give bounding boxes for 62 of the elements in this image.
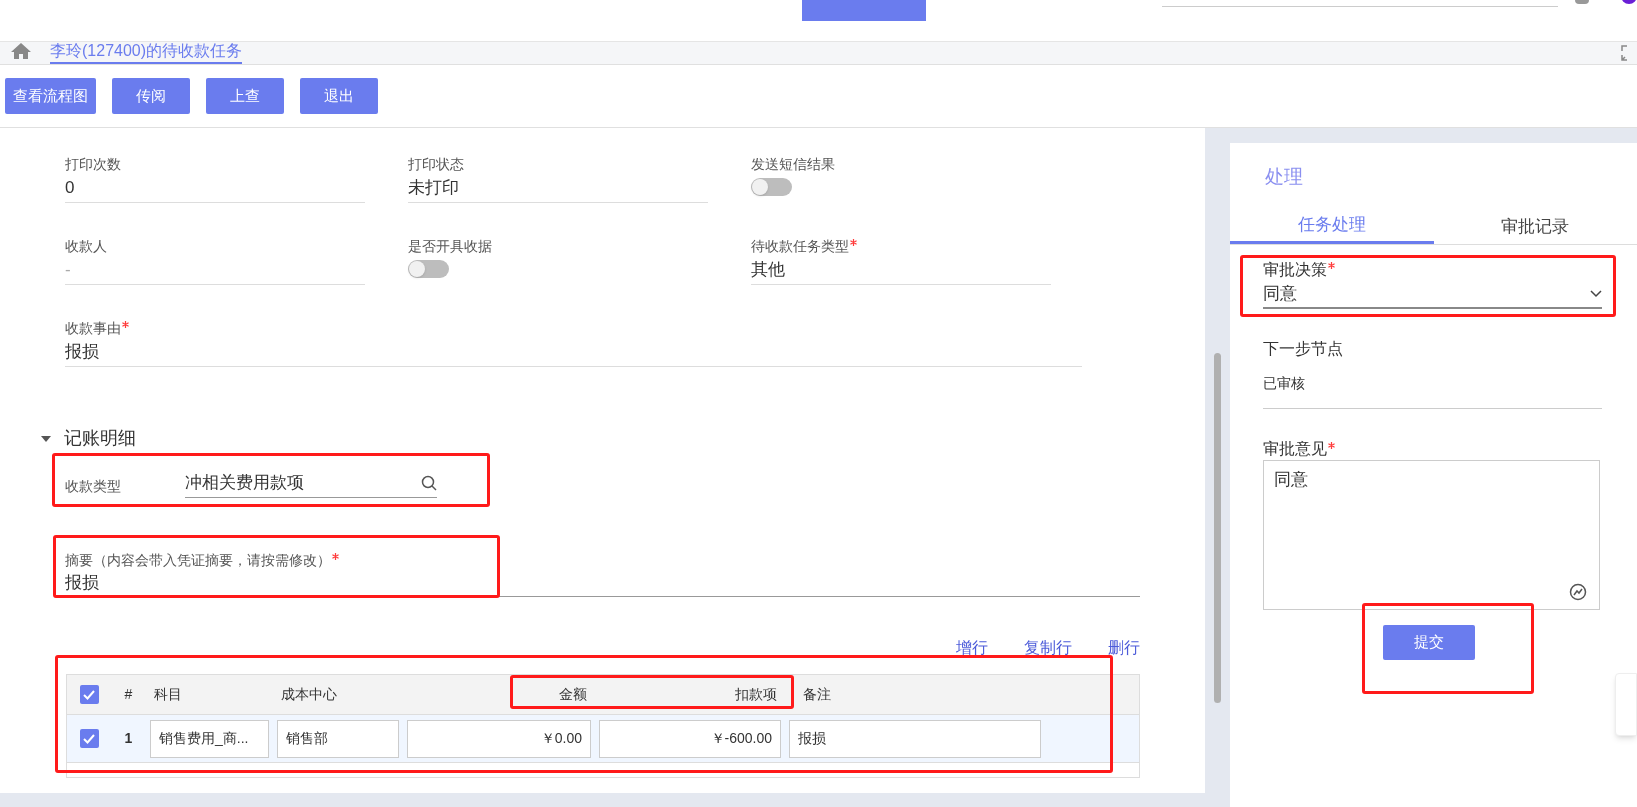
table-cell-input[interactable]: 报损: [789, 719, 1041, 758]
required-asterisk-icon: [850, 239, 857, 246]
scrollbar-thumb[interactable]: [1214, 353, 1221, 703]
opinion-textarea[interactable]: 同意: [1263, 459, 1600, 610]
field-value: 其他: [751, 256, 1051, 285]
field-label: 发送短信结果: [751, 155, 836, 174]
table-cell-input[interactable]: 销售费用_商...: [150, 719, 269, 758]
panel-title: 处理: [1264, 165, 1304, 189]
search-icon[interactable]: [421, 474, 437, 491]
column-header: 备注: [803, 685, 831, 704]
submit-button[interactable]: 提交: [1382, 624, 1475, 660]
column-header: 扣款项: [735, 685, 777, 704]
field-label: 收款事由: [65, 318, 1082, 338]
toolbar-button[interactable]: 退出: [300, 78, 378, 114]
checkbox[interactable]: [79, 729, 99, 748]
field-label: 审批决策: [1263, 258, 1602, 281]
row-number: 1: [124, 729, 133, 748]
field-label: 待收款任务类型: [751, 236, 1051, 256]
field-value: 报损: [65, 338, 1082, 367]
table-cell-input[interactable]: 销售部: [277, 719, 399, 758]
section-title: 记账明细: [64, 427, 136, 450]
field-value: 已审核: [1263, 372, 1602, 409]
panel-tab[interactable]: 审批记录: [1433, 209, 1637, 244]
decision-select[interactable]: 同意: [1263, 280, 1602, 309]
field-label: 收款类型: [65, 477, 122, 496]
toolbar-button[interactable]: 查看流程图: [5, 78, 96, 114]
toolbar-button[interactable]: 上查: [206, 78, 284, 114]
column-header: 科目: [154, 685, 182, 704]
checkmark-icon: [83, 689, 95, 700]
column-header: #: [124, 685, 133, 704]
field-value: 未打印: [408, 174, 708, 203]
column-header: 金额: [559, 685, 587, 704]
toolbar-button[interactable]: 传阅: [112, 78, 190, 114]
toggle-switch[interactable]: [751, 178, 792, 196]
summary-field[interactable]: 报损: [65, 570, 1140, 597]
table-action-link[interactable]: 增行: [956, 636, 988, 660]
field-value: 0: [65, 174, 365, 203]
field-label: 是否开具收据: [408, 237, 493, 256]
required-asterisk-icon: [332, 553, 339, 560]
field-label: 下一步节点: [1263, 338, 1344, 359]
home-icon[interactable]: [10, 42, 32, 60]
required-asterisk-icon: [122, 321, 129, 328]
required-asterisk-icon: [1328, 441, 1335, 449]
checkmark-icon: [83, 733, 95, 744]
toggle-switch[interactable]: [408, 260, 449, 278]
field-label: 摘要（内容会带入凭证摘要，请按需修改）: [65, 550, 1140, 570]
field-label: 审批意见: [1263, 438, 1602, 459]
field-label: 打印次数: [65, 155, 122, 174]
panel-tab[interactable]: 任务处理: [1230, 209, 1434, 244]
table-cell-input[interactable]: ￥0.00: [407, 719, 591, 758]
required-asterisk-icon: [1328, 261, 1335, 269]
field-label: 打印状态: [408, 155, 465, 174]
lookup-field[interactable]: 冲相关费用款项: [185, 468, 437, 498]
table-action-link[interactable]: 删行: [1108, 636, 1140, 660]
edit-circle-icon[interactable]: [1569, 582, 1587, 601]
field-label: 收款人: [65, 237, 108, 256]
collapse-triangle-icon[interactable]: [40, 433, 52, 444]
column-header: 成本中心: [281, 685, 337, 704]
checkbox[interactable]: [79, 685, 99, 704]
table-action-link[interactable]: 复制行: [1024, 636, 1072, 660]
table-cell-input[interactable]: ￥-600.00: [599, 719, 781, 758]
chevron-down-icon: [1590, 289, 1602, 298]
